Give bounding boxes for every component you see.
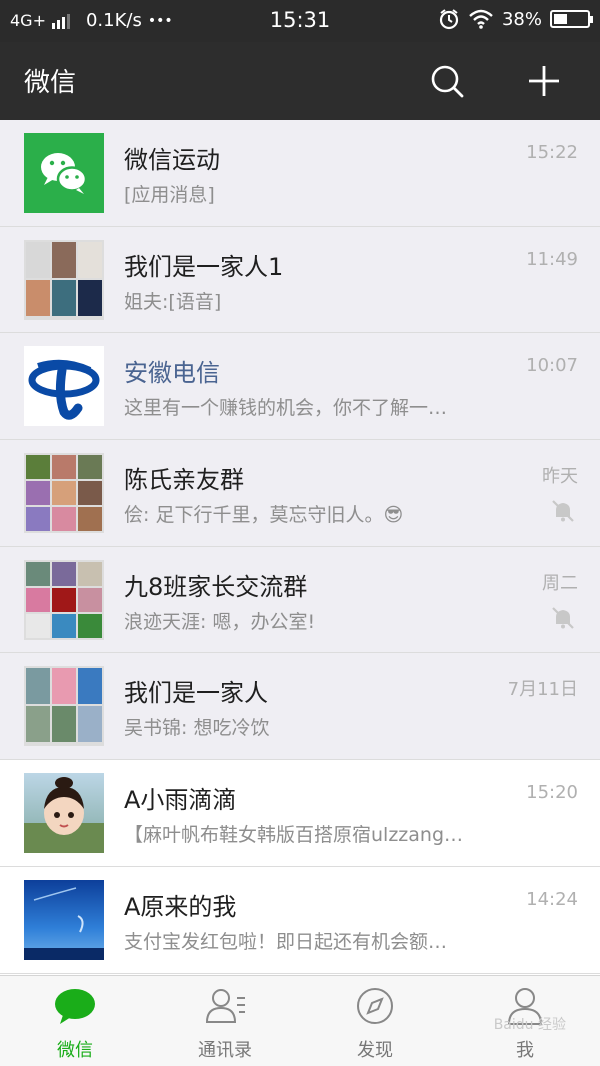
chat-preview: 吴书锦: 想吃冷饮 xyxy=(124,717,270,740)
chat-name: A小雨滴滴 xyxy=(124,786,237,815)
mute-bell-icon xyxy=(552,606,574,629)
chat-item[interactable]: 陈氏亲友群 侩: 足下行千里，莫忘守旧人。😎 昨天 xyxy=(0,440,600,547)
chat-time: 15:22 xyxy=(526,142,578,163)
cartoon-avatar xyxy=(24,773,104,854)
chat-name: 微信运动 xyxy=(124,146,220,174)
wifi-icon xyxy=(469,9,493,29)
chat-name: 我们是一家人 xyxy=(124,679,268,708)
chat-item[interactable]: 安徽电信 这里有一个赚钱的机会，你不了解一… 10:07 xyxy=(0,333,600,441)
chat-preview: 浪迹天涯: 嗯，办公室! xyxy=(124,610,316,633)
sky-avatar xyxy=(24,879,104,960)
chat-list: 微信运动 [应用消息] 15:22 我们是一家人1 姐夫:[语音] 11:49 … xyxy=(0,120,600,974)
chat-time: 10:07 xyxy=(526,355,578,377)
battery-percent: 38% xyxy=(501,8,542,30)
search-icon[interactable] xyxy=(427,61,467,101)
chat-item[interactable]: 我们是一家人 吴书锦: 想吃冷饮 7月11日 xyxy=(0,653,600,761)
chat-name: 九8班家长交流群 xyxy=(124,572,308,601)
tab-contacts[interactable]: 通讯录 xyxy=(175,986,275,1062)
telecom-avatar xyxy=(24,346,104,427)
chat-time: 15:20 xyxy=(526,782,578,804)
chat-item[interactable]: 微信运动 [应用消息] 15:22 xyxy=(0,120,600,227)
sky-image xyxy=(24,887,104,960)
baidu-watermark: Baidu 经验 xyxy=(493,1017,566,1033)
chat-item[interactable]: 九8班家长交流群 浪迹天涯: 嗯，办公室! 周二 xyxy=(0,546,600,654)
group-avatar xyxy=(24,453,104,534)
contacts-icon xyxy=(205,989,245,1023)
chat-preview: [应用消息] xyxy=(124,184,215,206)
tab-chats[interactable]: 微信 xyxy=(25,986,125,1062)
tab-label: 微信 xyxy=(57,1040,93,1061)
group-avatar xyxy=(24,559,104,640)
alarm-icon xyxy=(439,9,459,30)
app-header: 微信 xyxy=(0,42,600,120)
chat-preview: 侩: 足下行千里，莫忘守旧人。😎 xyxy=(124,504,404,527)
chat-time: 11:49 xyxy=(526,248,578,270)
tab-label: 发现 xyxy=(357,1040,393,1061)
chat-name: 安徽电信 xyxy=(124,359,220,388)
compass-icon xyxy=(357,988,393,1024)
battery-icon xyxy=(550,10,593,28)
group-avatar xyxy=(24,239,104,320)
chat-name: A原来的我 xyxy=(124,892,237,921)
tab-label: 我 xyxy=(516,1040,534,1061)
chat-preview: 【麻叶帆布鞋女韩版百搭原宿ulzzang… xyxy=(124,824,464,847)
chat-item[interactable]: 我们是一家人1 姐夫:[语音] 11:49 xyxy=(0,226,600,334)
chat-item[interactable]: A原来的我 支付宝发红包啦！即日起还有机会额… 14:24 xyxy=(0,866,600,974)
cartoon-girl-image xyxy=(24,777,104,854)
chat-time: 周二 xyxy=(542,572,578,594)
plus-icon[interactable] xyxy=(524,61,564,101)
group-avatar xyxy=(24,666,104,747)
chat-time: 昨天 xyxy=(542,466,578,488)
status-right: 38% xyxy=(438,8,593,30)
chat-preview: 这里有一个赚钱的机会，你不了解一… xyxy=(124,397,448,420)
chat-preview: 支付宝发红包啦！即日起还有机会额… xyxy=(124,930,448,953)
mute-bell-icon xyxy=(552,500,574,522)
tab-label: 通讯录 xyxy=(198,1040,252,1061)
wechat-logo-icon xyxy=(41,153,88,194)
chat-name: 陈氏亲友群 xyxy=(124,466,244,495)
tab-discover[interactable]: 发现 xyxy=(325,986,425,1062)
chat-name: 我们是一家人1 xyxy=(124,252,284,281)
wechat-sport-avatar xyxy=(24,133,104,213)
telecom-logo-icon xyxy=(28,360,100,421)
bottom-tab-bar: 微信 通讯录 发现 我 Baidu 经验 xyxy=(0,975,600,1066)
page-title: 微信 xyxy=(24,68,77,98)
chat-time: 14:24 xyxy=(526,888,578,910)
chat-bubble-icon xyxy=(55,989,95,1024)
status-bar: 4G+ 0.1K/s ••• 15:31 38% xyxy=(0,0,600,42)
chat-item[interactable]: A小雨滴滴 【麻叶帆布鞋女韩版百搭原宿ulzzang… 15:20 xyxy=(0,760,600,867)
chat-preview: 姐夫:[语音] xyxy=(124,290,222,313)
chat-time: 7月11日 xyxy=(507,679,578,701)
